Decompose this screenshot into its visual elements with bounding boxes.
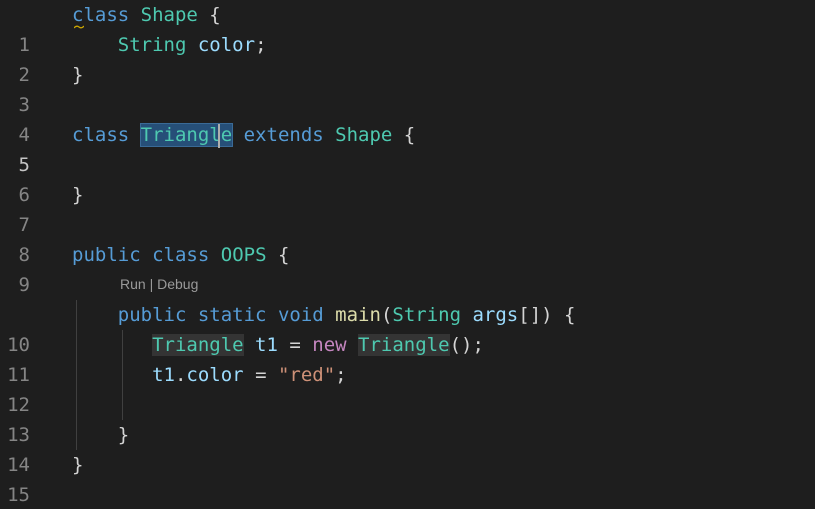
class-name: Shape [140,4,198,26]
punctuation: } [72,454,84,476]
keyword: public [117,304,187,326]
punctuation: (); [449,334,484,356]
punctuation: } [72,64,84,86]
keyword: class [152,244,210,266]
code-line: 7 } [0,180,815,236]
code-line: 15 } [0,450,815,506]
highlighted-type-name: Triangle [358,334,450,356]
code-line: 1 class Shape { [0,0,815,56]
codelens: Run | Debug [120,274,198,294]
class-name: OOPS [220,244,267,266]
punctuation: ( [380,304,393,326]
punctuation: } [117,424,130,446]
keyword: new [312,334,347,356]
code-line: 4 [0,90,815,146]
code-line: 8 [0,210,815,266]
punctuation: . [174,364,187,386]
code-line: 12 t1.color = "red"; [0,360,815,416]
codelens-run-link[interactable]: Run [120,276,146,292]
class-name: Shape [335,124,393,146]
type-name: String [117,34,187,56]
variable-name: t1 [255,334,278,356]
text-cursor [218,124,220,148]
line-number: 15 [7,484,30,506]
keyword: extends [243,124,324,146]
punctuation: = [243,364,278,386]
keyword: public [72,244,141,266]
parameter-name: args [472,304,519,326]
keyword: class [72,124,130,146]
field-name: color [197,34,256,56]
string-literal: "red" [277,364,336,386]
keyword: class [72,4,130,26]
code-line: 11 Triangle t1 = new Triangle(); [0,330,815,386]
codelens-debug-link[interactable]: Debug [157,276,198,292]
punctuation: { [266,244,290,266]
keyword: static [197,304,267,326]
code-line: 14 } [0,420,815,476]
punctuation: { [392,124,416,146]
punctuation: ; [335,364,347,386]
variable-name: t1 [152,364,175,386]
code-line: 9 public class OOPS { [0,240,815,296]
code-line: 10 public static void main(String args[]… [0,300,815,356]
keyword: void [277,304,324,326]
code-line: 2 String color; [0,30,815,86]
code-line: 13 [0,390,815,446]
punctuation: ; [255,34,267,56]
code-line: 6 [0,150,815,206]
type-name: String [392,304,462,326]
punctuation: { [197,4,221,26]
field-name: color [186,364,244,386]
codelens-separator: | [145,276,158,292]
code-editor[interactable]: 1 class Shape { 2 String color; 3 } 4 5 … [0,0,815,509]
line-number: 9 [18,274,30,296]
punctuation: = [277,334,313,356]
punctuation: } [72,184,84,206]
method-name: main [335,304,381,326]
highlighted-type-name: Triangle [152,334,244,356]
code-line: 3 } [0,60,815,116]
code-line-active: 5 class Triangle extends Shape { [0,120,815,176]
punctuation: []) { [518,304,576,326]
